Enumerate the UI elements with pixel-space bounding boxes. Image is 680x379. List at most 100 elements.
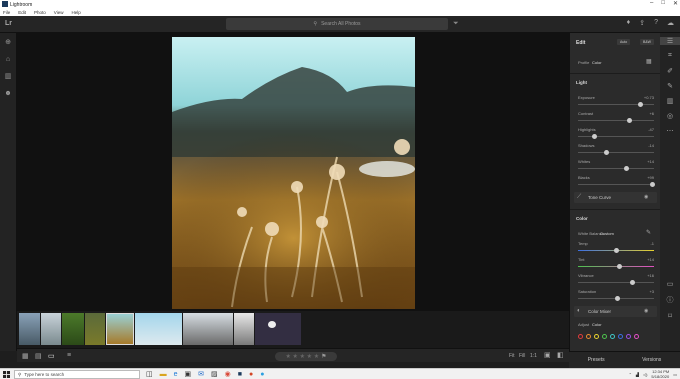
color-swatch[interactable] — [634, 334, 639, 339]
blacks-slider[interactable] — [578, 182, 655, 187]
slider-knob[interactable] — [615, 296, 621, 301]
tag-icon[interactable]: ⌑ — [660, 312, 680, 320]
color-swatch[interactable] — [626, 334, 631, 339]
maximize-icon[interactable]: □ — [661, 0, 665, 7]
network-icon[interactable]: ▟ — [636, 372, 639, 377]
menu-help[interactable]: Help — [71, 10, 80, 15]
slider-knob[interactable] — [617, 264, 623, 269]
profile-dropdown[interactable]: Color — [592, 60, 602, 65]
fit-button[interactable]: Fit — [509, 353, 515, 359]
color-swatch[interactable] — [578, 334, 583, 339]
before-after-icon[interactable]: ◧ — [557, 351, 564, 359]
adjust-dropdown[interactable]: Color — [592, 322, 602, 327]
cloud-sync-icon[interactable]: ☁ — [667, 19, 674, 27]
color-swatch[interactable] — [602, 334, 607, 339]
windows-start-icon[interactable] — [3, 371, 10, 378]
color-swatch[interactable] — [618, 334, 623, 339]
slider-knob[interactable] — [613, 248, 619, 253]
healing-brush-icon[interactable]: ✐ — [660, 67, 680, 75]
share-icon[interactable]: ⇪ — [639, 19, 645, 27]
eyedropper-icon[interactable]: ✎ — [646, 229, 651, 236]
search-input[interactable]: ⚲ Search All Photos — [226, 18, 448, 30]
whites-value[interactable]: +14 — [647, 159, 654, 164]
mail-icon[interactable]: ✉ — [198, 370, 204, 379]
color-mixer-row[interactable]: ◐ Color Mixer ◉ — [574, 306, 657, 317]
photos-icon[interactable]: ▨ — [211, 370, 218, 379]
thumbnail[interactable] — [85, 313, 105, 345]
flag-icon[interactable]: ⚑ — [321, 353, 326, 360]
brush-icon[interactable]: ✎ — [660, 82, 680, 90]
notifications-icon[interactable]: ▭ — [673, 372, 677, 377]
eye-icon[interactable]: ◉ — [644, 308, 648, 314]
app-icon[interactable]: ● — [249, 370, 253, 379]
lightroom-taskbar-icon[interactable]: ■ — [238, 370, 242, 379]
thumbnail[interactable] — [183, 313, 233, 345]
menu-edit[interactable]: Edit — [18, 10, 26, 15]
thumbnail[interactable] — [41, 313, 61, 345]
filter-icon[interactable]: ⏷ — [453, 20, 459, 28]
crop-icon[interactable]: ⌗ — [660, 52, 680, 60]
color-swatch[interactable] — [610, 334, 615, 339]
profile-browser-icon[interactable]: ▦ — [646, 58, 652, 65]
app-icon[interactable]: ● — [260, 370, 264, 379]
tint-slider[interactable] — [578, 264, 654, 269]
versions-button[interactable]: Versions — [642, 357, 661, 363]
whites-slider[interactable] — [578, 166, 654, 171]
photo-grid-icon[interactable]: ▤ — [35, 352, 42, 360]
thumbnail[interactable] — [234, 313, 254, 345]
menu-view[interactable]: View — [54, 10, 64, 15]
highlights-slider[interactable] — [578, 134, 654, 139]
taskbar-search-input[interactable]: ⚲ Type here to search — [14, 370, 140, 379]
more-icon[interactable]: ⋯ — [660, 127, 680, 135]
temp-slider[interactable] — [578, 248, 654, 253]
light-section-header[interactable]: Light — [576, 80, 587, 85]
main-photo[interactable] — [172, 37, 415, 309]
presets-button[interactable]: Presets — [588, 357, 605, 363]
notification-icon[interactable]: ♦ — [627, 19, 631, 27]
highlights-value[interactable]: -47 — [648, 127, 654, 132]
sort-icon[interactable]: ≡ — [67, 352, 71, 359]
square-grid-icon[interactable]: ▦ — [22, 352, 29, 360]
linear-gradient-icon[interactable]: ▥ — [660, 97, 680, 105]
slider-knob[interactable] — [630, 280, 636, 285]
eye-icon[interactable]: ◉ — [644, 194, 648, 200]
star-rating[interactable]: ★ ★ ★ ★ ★ ⚑ — [275, 352, 337, 361]
help-icon[interactable]: ? — [654, 19, 658, 27]
thumbnail-selected[interactable] — [106, 313, 134, 345]
library-icon[interactable]: ▥ — [4, 73, 12, 81]
saturation-value[interactable]: +3 — [649, 289, 654, 294]
vibrance-value[interactable]: +16 — [647, 273, 654, 278]
people-icon[interactable]: ☻ — [4, 90, 12, 98]
tone-curve-row[interactable]: ⟋ Tone Curve ◉ — [574, 192, 657, 203]
task-view-icon[interactable]: ◫ — [146, 370, 153, 379]
exposure-value[interactable]: +0.73 — [644, 95, 654, 100]
slider-knob[interactable] — [637, 102, 643, 107]
volume-icon[interactable]: ◁) — [643, 372, 647, 377]
thumbnail[interactable] — [19, 313, 40, 345]
slider-knob[interactable] — [592, 134, 598, 139]
add-photos-icon[interactable]: ⊕ — [4, 39, 12, 47]
temp-value[interactable]: -1 — [650, 241, 654, 246]
slider-knob[interactable] — [649, 182, 655, 187]
detail-view-icon[interactable]: ▭ — [48, 352, 55, 360]
menu-photo[interactable]: Photo — [34, 10, 46, 15]
chrome-icon[interactable]: ◉ — [225, 370, 231, 379]
tray-up-icon[interactable]: ⌃ — [629, 372, 632, 377]
auto-button[interactable]: Auto — [617, 39, 631, 45]
info-icon[interactable]: ⓘ — [660, 295, 680, 305]
saturation-slider[interactable] — [578, 296, 654, 301]
bw-button[interactable]: B&W — [640, 39, 654, 45]
color-swatch[interactable] — [586, 334, 591, 339]
thumbnail[interactable] — [255, 313, 301, 345]
ratio-button[interactable]: 1:1 — [530, 353, 537, 359]
minimize-icon[interactable]: – — [650, 0, 653, 7]
thumbnail[interactable] — [135, 313, 182, 345]
shadows-value[interactable]: -14 — [648, 143, 654, 148]
edge-icon[interactable]: e — [174, 370, 178, 379]
compare-icon[interactable]: ▣ — [544, 351, 551, 359]
fill-button[interactable]: Fill — [519, 353, 525, 359]
exposure-slider[interactable] — [578, 102, 654, 107]
slider-knob[interactable] — [627, 118, 633, 123]
slider-knob[interactable] — [624, 166, 630, 171]
file-explorer-icon[interactable]: ▬ — [160, 370, 167, 379]
